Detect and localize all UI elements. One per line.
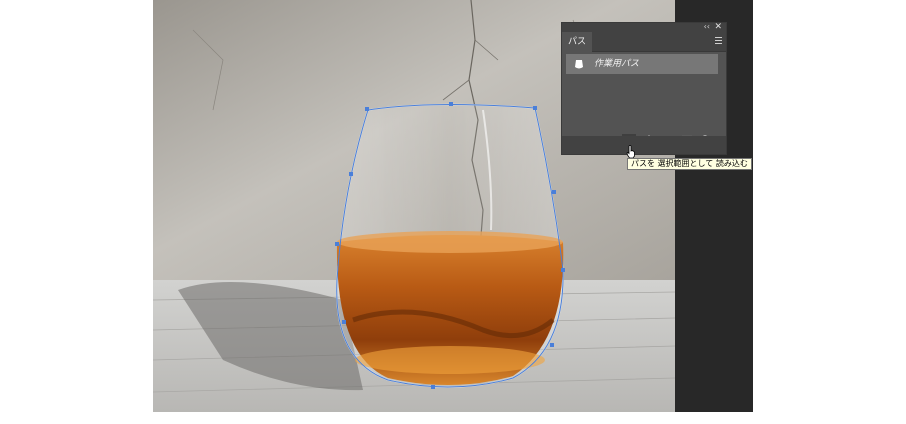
tab-paths[interactable]: パス — [562, 32, 593, 52]
hand-cursor-icon — [626, 145, 635, 159]
panel-menu-icon[interactable] — [715, 37, 722, 44]
path-thumbnail-icon — [573, 57, 585, 71]
path-name: 作業用パス — [594, 59, 640, 69]
paths-panel: ‹‹ ✕ パス 作業用パス — [561, 22, 727, 155]
panel-drag-bar[interactable]: ‹‹ ✕ — [562, 22, 726, 32]
tooltip-load-as-selection: パスを 選択範囲として 読み込む — [627, 158, 752, 170]
close-icon[interactable]: ✕ — [714, 22, 722, 32]
collapse-panel-icon[interactable]: ‹‹ — [704, 22, 710, 32]
panel-tab-bar: パス — [562, 32, 726, 52]
panel-bottom-bar — [562, 136, 726, 154]
path-row-work-path[interactable]: 作業用パス — [566, 54, 718, 74]
